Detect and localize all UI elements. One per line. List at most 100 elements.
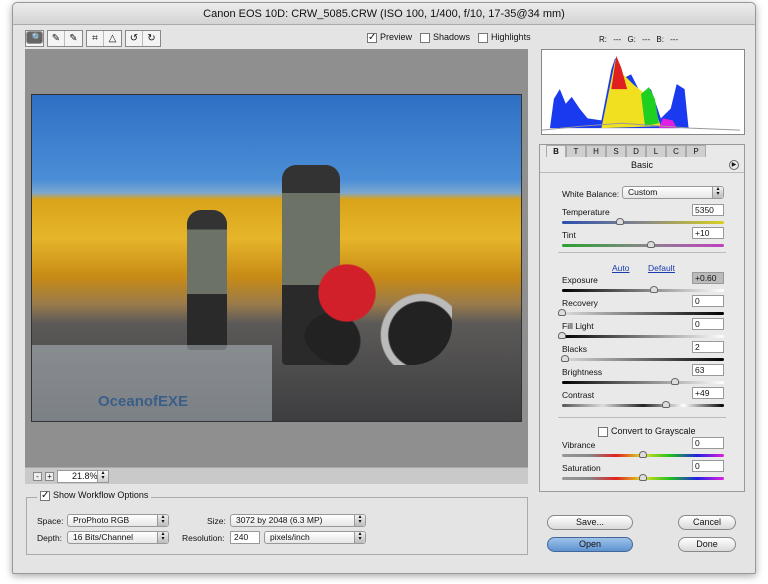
- blacks-slider[interactable]: [561, 355, 724, 362]
- toolbar: 🔍✋✎✎⌗△↺↻: [25, 30, 161, 47]
- checkbox-icon: [420, 32, 431, 43]
- zoom-out-button[interactable]: -: [33, 471, 42, 481]
- brightness-slider-thumb[interactable]: [671, 378, 680, 385]
- crop-icon[interactable]: ⌗: [87, 31, 104, 46]
- tab-p[interactable]: P: [686, 145, 706, 157]
- temperature-slider[interactable]: [562, 218, 724, 225]
- space-select[interactable]: ProPhoto RGB ▴ ▾: [67, 514, 169, 527]
- tool-group: ✎ ✎: [47, 30, 83, 47]
- exposure-slider[interactable]: [562, 286, 724, 293]
- saturation-input[interactable]: 0: [692, 460, 724, 472]
- tab-t[interactable]: T: [566, 145, 586, 157]
- saturation-label: Saturation: [562, 463, 601, 473]
- panel-menu-icon[interactable]: ▶: [729, 160, 739, 170]
- contrast-label: Contrast: [562, 390, 595, 400]
- fill-light-slider[interactable]: [558, 332, 724, 339]
- stepper-icon: ▴ ▾: [712, 186, 723, 198]
- vibrance-slider[interactable]: [562, 451, 724, 458]
- tool-group: ⌗ △: [86, 30, 122, 47]
- rotate-left-icon[interactable]: ↺: [126, 31, 143, 46]
- saturation-control: Saturation 0: [562, 460, 724, 485]
- checkbox-checked-icon: ✓: [40, 489, 50, 501]
- tab-b[interactable]: B: [546, 145, 566, 157]
- recovery-slider-thumb[interactable]: [558, 309, 566, 316]
- image-preview-area[interactable]: OceanofEXE: [25, 49, 528, 467]
- depth-select[interactable]: 16 Bits/Channel ▴ ▾: [67, 531, 169, 544]
- grayscale-checkbox[interactable]: Convert to Grayscale: [598, 426, 696, 437]
- tint-input[interactable]: +10: [692, 227, 724, 239]
- white-balance-select[interactable]: Custom ▴ ▾: [622, 186, 724, 199]
- brightness-control: Brightness 63: [562, 364, 724, 389]
- resolution-unit-select[interactable]: pixels/inch ▴ ▾: [264, 531, 366, 544]
- highlights-checkbox[interactable]: Highlights: [478, 32, 531, 43]
- rotate-right-icon[interactable]: ↻: [143, 31, 160, 46]
- size-select[interactable]: 3072 by 2048 (6.3 MP) ▴ ▾: [230, 514, 366, 527]
- blacks-slider-thumb[interactable]: [561, 355, 570, 362]
- workflow-options: ✓ Show Workflow Options Space: ProPhoto R…: [26, 490, 528, 555]
- vibrance-input[interactable]: 0: [692, 437, 724, 449]
- auto-link[interactable]: Auto: [612, 263, 630, 273]
- tab-d[interactable]: D: [626, 145, 646, 157]
- eyedropper-icon[interactable]: ✎: [48, 31, 65, 46]
- tool-group: ↺ ↻: [125, 30, 161, 47]
- histogram: [541, 49, 745, 135]
- cancel-button[interactable]: Cancel: [678, 515, 736, 530]
- temperature-input[interactable]: 5350: [692, 204, 724, 216]
- motorcycle-figure: [302, 245, 452, 365]
- g-readout: G: ---: [627, 35, 651, 44]
- exposure-input[interactable]: +0.60: [692, 272, 724, 284]
- divider: [558, 252, 726, 253]
- b-readout: B: ---: [656, 35, 679, 44]
- contrast-input[interactable]: +49: [692, 387, 724, 399]
- stepper-icon: ▴ ▾: [354, 531, 365, 543]
- show-workflow-checkbox[interactable]: ✓ Show Workflow Options: [37, 489, 152, 501]
- tint-slider-thumb[interactable]: [647, 241, 656, 248]
- preview-checkbox[interactable]: ✓ Preview: [367, 32, 412, 43]
- exposure-label: Exposure: [562, 275, 598, 285]
- zoom-level-select[interactable]: 21.8% ▴ ▾: [57, 469, 109, 483]
- temperature-slider-thumb[interactable]: [616, 218, 625, 225]
- contrast-control: Contrast +49: [562, 387, 724, 412]
- space-label: Space:: [37, 516, 64, 526]
- checkbox-icon: [478, 32, 489, 43]
- tab-c[interactable]: C: [666, 145, 686, 157]
- temperature-control: Temperature 5350: [562, 204, 724, 229]
- blacks-input[interactable]: 2: [692, 341, 724, 353]
- size-label: Size:: [207, 516, 226, 526]
- exposure-slider-thumb[interactable]: [650, 286, 659, 293]
- recovery-slider[interactable]: [558, 309, 724, 316]
- color-sampler-icon[interactable]: ✎: [65, 31, 82, 46]
- photo-preview: OceanofEXE: [31, 94, 522, 422]
- checkbox-icon: [598, 426, 608, 437]
- default-link[interactable]: Default: [648, 263, 675, 273]
- contrast-slider[interactable]: [562, 401, 724, 408]
- brightness-input[interactable]: 63: [692, 364, 724, 376]
- recovery-control: Recovery 0: [558, 295, 724, 320]
- white-balance-label: White Balance:: [562, 189, 620, 199]
- straighten-icon[interactable]: △: [104, 31, 121, 46]
- recovery-input[interactable]: 0: [692, 295, 724, 307]
- open-button[interactable]: Open: [547, 537, 633, 552]
- save-button[interactable]: Save...: [547, 515, 633, 530]
- tint-control: Tint +10: [562, 227, 724, 252]
- saturation-slider-thumb[interactable]: [639, 474, 647, 481]
- tab-h[interactable]: H: [586, 145, 606, 157]
- panel-tabs: BTHSDLCP: [540, 145, 744, 157]
- zoom-icon[interactable]: 🔍: [26, 31, 43, 44]
- saturation-slider[interactable]: [562, 474, 724, 481]
- contrast-slider-thumb[interactable]: [661, 401, 670, 408]
- brightness-slider[interactable]: [562, 378, 724, 385]
- vibrance-slider-thumb[interactable]: [639, 451, 647, 458]
- shadows-checkbox[interactable]: Shadows: [420, 32, 470, 43]
- vibrance-label: Vibrance: [562, 440, 596, 450]
- done-button[interactable]: Done: [678, 537, 736, 552]
- fill-light-input[interactable]: 0: [692, 318, 724, 330]
- tab-l[interactable]: L: [646, 145, 666, 157]
- checkbox-checked-icon: ✓: [367, 31, 377, 43]
- recovery-label: Recovery: [562, 298, 598, 308]
- resolution-input[interactable]: 240: [230, 531, 260, 544]
- zoom-in-button[interactable]: +: [45, 471, 54, 481]
- tab-s[interactable]: S: [606, 145, 626, 157]
- tint-slider[interactable]: [562, 241, 724, 248]
- fill-light-slider-thumb[interactable]: [558, 332, 566, 339]
